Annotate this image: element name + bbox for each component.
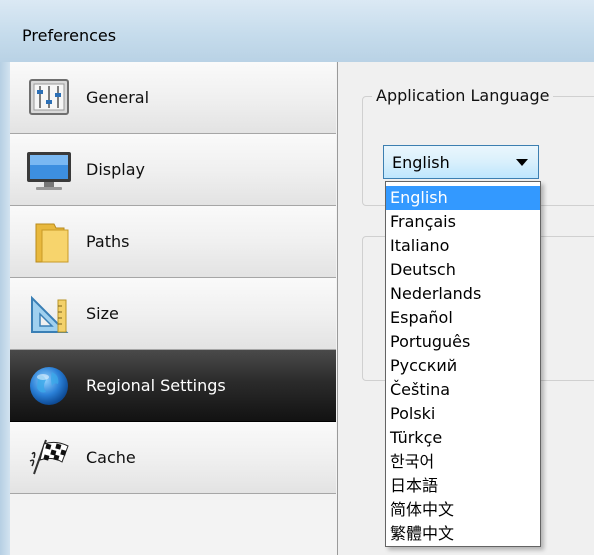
sidebar-item-label: Regional Settings	[86, 376, 226, 395]
language-option-simplified-chinese[interactable]: 简体中文	[386, 498, 540, 522]
sidebar-item-general[interactable]: General	[10, 62, 336, 134]
language-select-value: English	[392, 153, 450, 172]
sidebar-item-paths[interactable]: Paths	[10, 206, 336, 278]
equalizer-icon	[29, 79, 69, 115]
language-option-turkish[interactable]: Türkçe	[386, 426, 540, 450]
language-option-czech[interactable]: Čeština	[386, 378, 540, 402]
sidebar-item-label: Paths	[86, 232, 130, 251]
sidebar-item-regional-settings[interactable]: Regional Settings	[10, 350, 336, 422]
globe-icon	[30, 367, 68, 405]
language-option-italian[interactable]: Italiano	[386, 234, 540, 258]
sidebar-item-label: Cache	[86, 448, 136, 467]
language-option-english[interactable]: English	[386, 186, 540, 210]
language-option-polish[interactable]: Polski	[386, 402, 540, 426]
language-option-japanese[interactable]: 日本語	[386, 474, 540, 498]
language-group-title: Application Language	[372, 86, 554, 105]
sidebar-item-size[interactable]: Size	[10, 278, 336, 350]
language-option-german[interactable]: Deutsch	[386, 258, 540, 282]
sidebar-item-display[interactable]: Display	[10, 134, 336, 206]
ruler-icon	[31, 295, 69, 333]
language-select[interactable]: English	[383, 145, 539, 179]
language-option-spanish[interactable]: Español	[386, 306, 540, 330]
language-dropdown-list: English Français Italiano Deutsch Nederl…	[385, 181, 541, 547]
sidebar-item-label: Size	[86, 304, 119, 323]
language-option-korean[interactable]: 한국어	[386, 450, 540, 474]
chevron-down-icon[interactable]	[516, 159, 528, 166]
language-option-traditional-chinese[interactable]: 繁體中文	[386, 522, 540, 546]
sidebar: General Display Paths Size Regional Sett…	[10, 62, 338, 555]
checkered-flag-icon	[29, 439, 69, 475]
language-option-french[interactable]: Français	[386, 210, 540, 234]
language-option-portuguese[interactable]: Português	[386, 330, 540, 354]
sidebar-item-label: General	[86, 88, 150, 107]
sidebar-item-cache[interactable]: Cache	[10, 422, 336, 494]
monitor-icon	[27, 152, 71, 190]
folder-icon	[35, 223, 69, 263]
window-title: Preferences	[22, 26, 117, 45]
preferences-window: Preferences General Display Paths Size R…	[0, 0, 594, 555]
language-option-russian[interactable]: Русский	[386, 354, 540, 378]
title-bar[interactable]: Preferences	[0, 0, 594, 63]
sidebar-item-label: Display	[86, 160, 145, 179]
window-frame-left	[0, 62, 10, 555]
language-option-dutch[interactable]: Nederlands	[386, 282, 540, 306]
